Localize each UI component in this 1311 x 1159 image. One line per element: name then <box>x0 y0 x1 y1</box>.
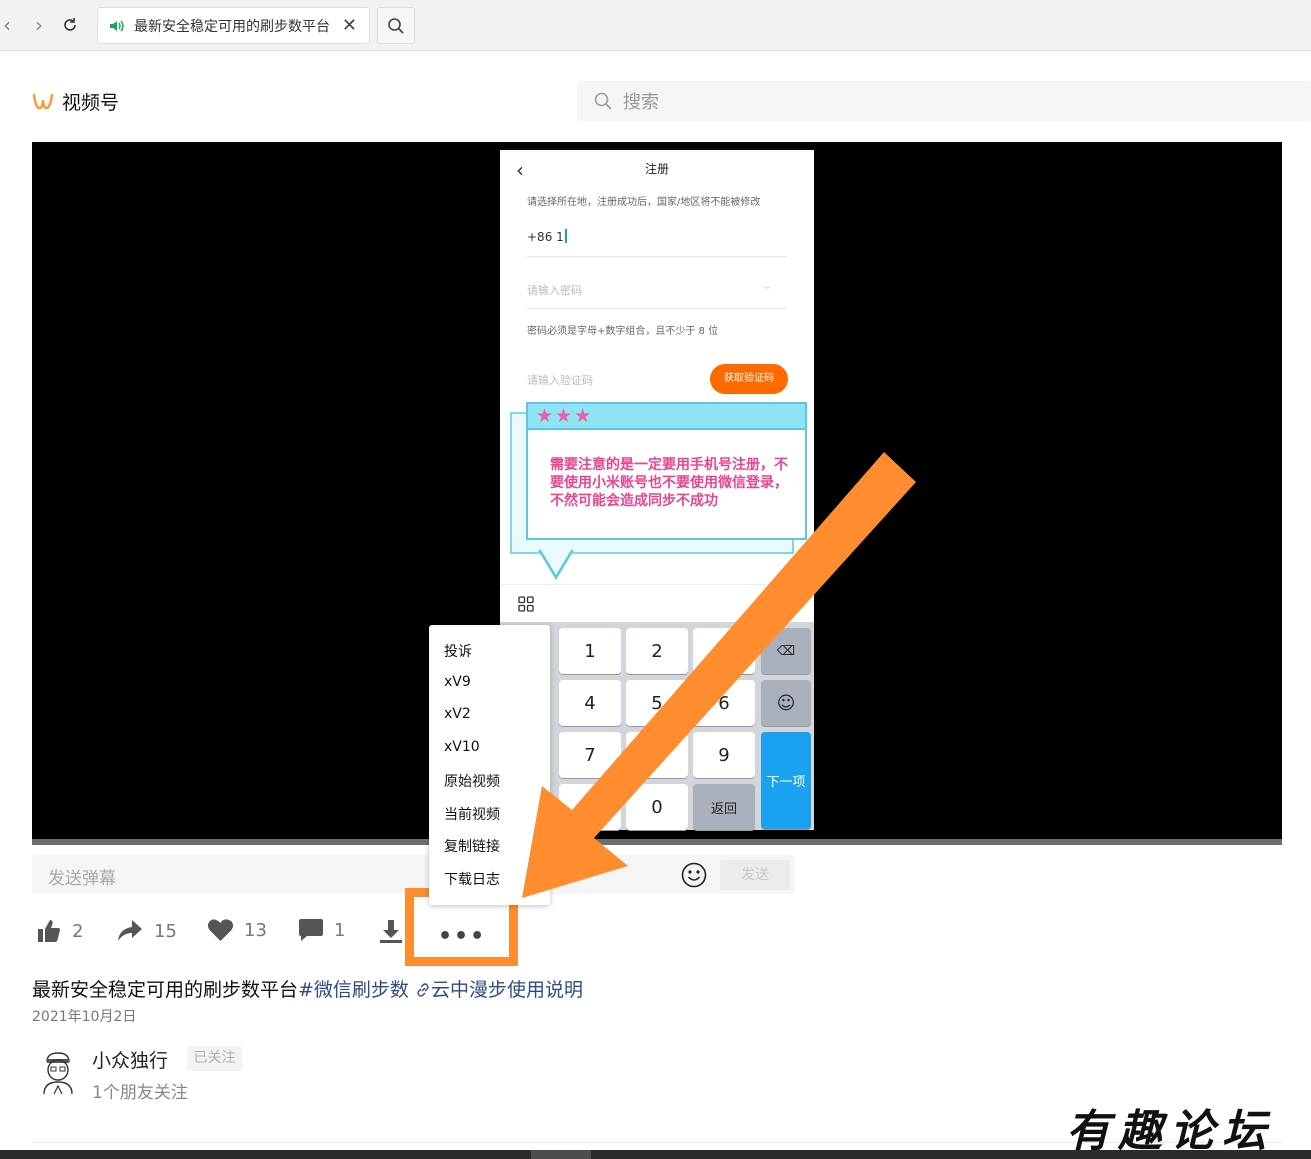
search-placeholder: 搜索 <box>623 92 659 113</box>
menu-item-xv10[interactable]: xV10 <box>444 739 480 755</box>
like-count: 2 <box>72 920 84 942</box>
heart-icon <box>207 919 234 941</box>
key-blank <box>559 784 621 830</box>
eye-closed-icon: ⌣ <box>764 282 771 293</box>
note-stars: ★★★ <box>528 404 805 430</box>
post-date: 2021年10月2日 <box>32 1009 137 1025</box>
menu-item-download-log[interactable]: 下载日志 <box>444 869 500 889</box>
key-2: 2 <box>626 628 688 674</box>
key-8: 8 <box>626 732 688 778</box>
more-options-menu: 投诉 xV9 xV2 xV10 原始视频 当前视频 复制链接 下载日志 <box>429 625 550 905</box>
post-description: 最新安全稳定可用的刷步数平台#微信刷步数 云中漫步使用说明 <box>32 975 583 1002</box>
video-progress-bar[interactable] <box>32 839 1282 845</box>
download-button[interactable] <box>379 918 403 944</box>
video-player[interactable]: ‹ 注册 请选择所在地，注册成功后，国家/地区将不能被修改 +86 1 请输入密… <box>32 142 1282 845</box>
friends-following: 1个朋友关注 <box>92 1083 188 1103</box>
share-count: 15 <box>154 920 177 942</box>
like-button[interactable]: 2 <box>36 918 83 944</box>
share-button[interactable]: 15 <box>116 918 177 944</box>
phone-number-field: +86 1 <box>527 229 567 244</box>
thumbs-up-icon <box>38 920 60 942</box>
post-link[interactable]: 云中漫步使用说明 <box>415 979 583 1001</box>
speaker-icon <box>110 20 124 31</box>
phone-password-rule: 密码必须是字母+数字组合，且不少于 8 位 <box>527 326 719 337</box>
comment-icon <box>299 919 323 941</box>
menu-item-copy-link[interactable]: 复制链接 <box>444 836 500 856</box>
forward-icon[interactable]: › <box>26 10 52 40</box>
channels-logo[interactable]: 视频号 <box>32 88 119 115</box>
key-3: 3 <box>693 628 755 674</box>
key-next: 下一项 <box>761 732 811 829</box>
phone-get-code-button: 获取验证码 <box>710 364 788 394</box>
note-text: 需要注意的是一定要用手机号注册，不要使用小米账号也不要使用微信登录，不然可能会造… <box>550 457 788 509</box>
menu-item-original-video[interactable]: 原始视频 <box>444 771 500 791</box>
search-icon[interactable] <box>377 7 415 44</box>
comment-count: 1 <box>334 920 346 941</box>
emoji-icon[interactable] <box>680 861 708 889</box>
back-icon[interactable]: ‹ <box>0 10 20 40</box>
phone-code-field: 请输入验证码 <box>527 374 593 387</box>
close-tab-icon[interactable]: ✕ <box>342 15 357 36</box>
favorite-button[interactable]: 13 <box>207 918 267 942</box>
avatar[interactable] <box>38 1050 78 1096</box>
menu-item-xv9[interactable]: xV9 <box>444 674 471 690</box>
watermark: 有趣论坛 <box>1066 1106 1274 1157</box>
danmaku-input[interactable]: 发送弹幕 <box>48 864 116 889</box>
favorite-count: 13 <box>244 919 267 941</box>
menu-item-xv2[interactable]: xV2 <box>444 706 471 722</box>
send-button[interactable]: 发送 <box>720 860 790 890</box>
phone-password-field: 请输入密码 <box>527 284 582 297</box>
phone-keyboard-toolbar <box>500 584 814 622</box>
phone-region-tip: 请选择所在地，注册成功后，国家/地区将不能被修改 <box>527 197 761 208</box>
key-1: 1 <box>559 628 621 674</box>
backspace-icon: ⌫ <box>761 628 811 674</box>
download-icon <box>380 920 402 943</box>
comment-button[interactable]: 1 <box>298 918 345 943</box>
annotation-note: ★★★ 需要注意的是一定要用手机号注册，不要使用小米账号也不要使用微信登录，不然… <box>526 402 807 540</box>
search-icon <box>594 92 612 110</box>
share-icon <box>118 920 142 941</box>
post-hashtag[interactable]: #微信刷步数 <box>298 979 409 1001</box>
key-4: 4 <box>559 680 621 726</box>
key-0: 0 <box>626 784 688 830</box>
key-back: 返回 <box>693 784 755 830</box>
emoji-key-icon: ☺ <box>761 680 811 726</box>
key-6: 6 <box>693 680 755 726</box>
browser-toolbar: ‹ › 最新安全稳定可用的刷步数平台 ✕ <box>0 0 1311 51</box>
tab-title: 最新安全稳定可用的刷步数平台 <box>134 18 330 35</box>
phone-title: 注册 <box>644 162 669 176</box>
key-9: 9 <box>693 732 755 778</box>
key-5: 5 <box>626 680 688 726</box>
search-input[interactable]: 搜索 <box>577 81 1311 121</box>
post-title: 最新安全稳定可用的刷步数平台 <box>32 979 299 1001</box>
refresh-icon[interactable] <box>57 10 83 40</box>
logo-text: 视频号 <box>62 92 120 114</box>
link-icon <box>417 983 429 997</box>
menu-item-report[interactable]: 投诉 <box>444 641 472 661</box>
channels-logo-icon <box>32 93 54 109</box>
browser-tab[interactable]: 最新安全稳定可用的刷步数平台 ✕ <box>97 7 370 44</box>
author-name[interactable]: 小众独行 <box>92 1046 168 1073</box>
menu-item-current-video[interactable]: 当前视频 <box>444 804 500 824</box>
grid-icon <box>518 596 534 612</box>
follow-status-badge[interactable]: 已关注 <box>187 1046 242 1071</box>
key-7: 7 <box>559 732 621 778</box>
more-options-icon[interactable]: ••• <box>438 924 486 949</box>
